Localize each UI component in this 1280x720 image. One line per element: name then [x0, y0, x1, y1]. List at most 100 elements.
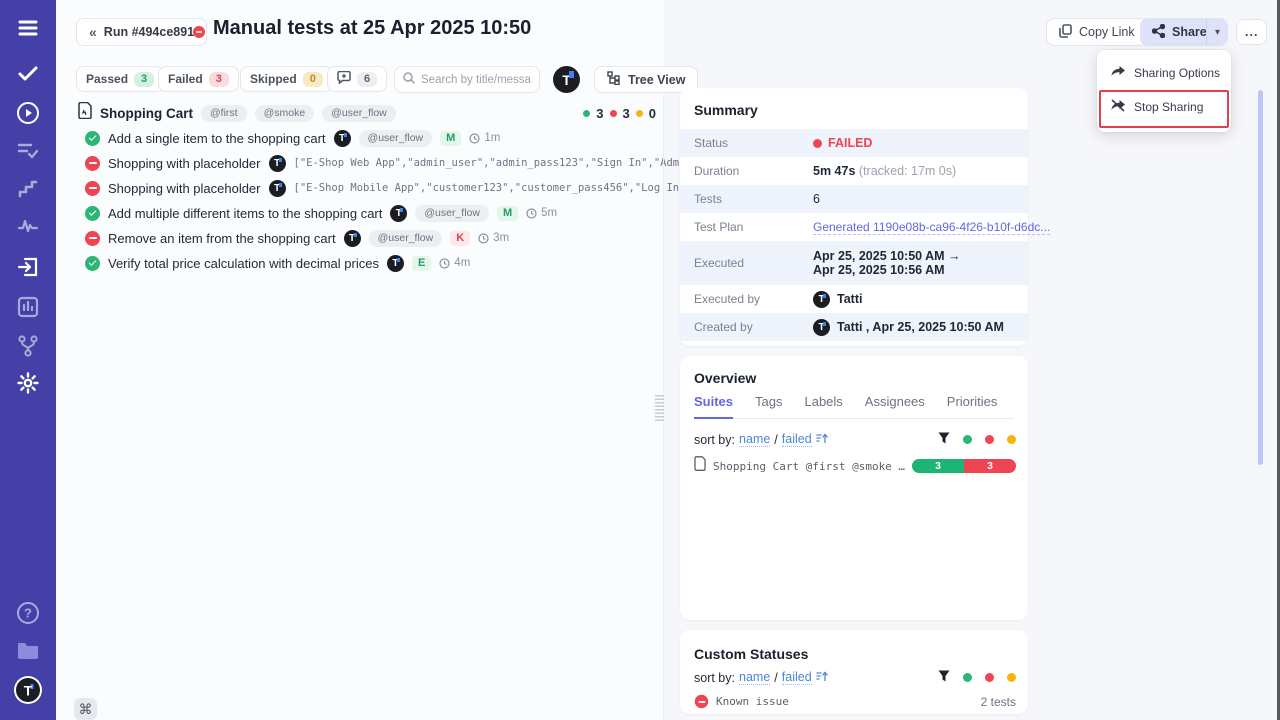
clock-icon	[469, 133, 480, 144]
failed-filter-button[interactable]: Failed 3	[158, 66, 239, 92]
tree-view-button[interactable]: Tree View	[594, 66, 698, 93]
menu-item-sharing-options[interactable]: Sharing Options	[1097, 56, 1231, 90]
test-data-code: ["E-Shop Web App","admin_user","admin_pa…	[294, 157, 699, 169]
test-tag[interactable]: @user_flow	[359, 130, 433, 147]
test-letter-badge[interactable]: M	[497, 206, 518, 221]
sort-by-failed-link[interactable]: failed	[782, 670, 812, 685]
passed-filter-button[interactable]: Passed 3	[76, 66, 164, 92]
tab-priorities[interactable]: Priorities	[947, 394, 998, 409]
share-dropdown-caret[interactable]: ▾	[1206, 18, 1228, 46]
more-options-button[interactable]: ...	[1236, 19, 1267, 45]
help-icon[interactable]: ?	[0, 601, 56, 625]
comments-filter-button[interactable]: 6	[327, 66, 387, 92]
caret-down-icon: ▾	[1215, 27, 1220, 38]
suite-status-bar[interactable]: 3 3	[912, 459, 1016, 473]
runs-icon[interactable]	[0, 101, 56, 125]
suite-file-icon	[78, 102, 92, 124]
failed-filter-label: Failed	[168, 72, 203, 86]
command-key-icon: ⌘	[79, 701, 93, 718]
passed-filter-dot[interactable]	[963, 435, 972, 444]
executed-by-avatar: T	[813, 291, 830, 308]
menu-item-label: Sharing Options	[1134, 66, 1220, 80]
test-plan-link[interactable]: Generated 1190e08b-ca96-4f26-b10f-d6dc..…	[813, 220, 1050, 235]
passed-filter-dot[interactable]	[963, 673, 972, 682]
tab-assignees[interactable]: Assignees	[865, 394, 925, 409]
test-tag[interactable]: @user_flow	[415, 205, 489, 222]
suite-skipped-count: 0	[649, 106, 656, 121]
summary-card: Summary Status FAILED Duration 5m 47s (t…	[680, 88, 1028, 346]
copy-link-button[interactable]: Copy Link	[1046, 18, 1148, 46]
test-letter-badge[interactable]: M	[440, 131, 461, 146]
steps-icon[interactable]	[0, 180, 56, 198]
skipped-filter-dot[interactable]	[1007, 673, 1016, 682]
command-key-badge[interactable]: ⌘	[74, 698, 97, 720]
stop-sharing-icon	[1111, 99, 1125, 115]
test-row[interactable]: Shopping with placeholder T ["E-Shop Mob…	[85, 177, 660, 199]
test-letter-badge[interactable]: K	[450, 231, 470, 246]
analytics-icon[interactable]	[0, 218, 56, 234]
custom-statuses-sort-row: sort by: name / failed	[694, 670, 1016, 685]
sort-by-name-link[interactable]: name	[739, 432, 770, 447]
passed-status-icon	[85, 256, 100, 271]
failed-filter-dot[interactable]	[985, 673, 994, 682]
branches-icon[interactable]	[0, 335, 56, 357]
overview-suite-row[interactable]: Shopping Cart @first @smoke … 3 3	[694, 456, 1016, 476]
failed-status-icon	[85, 231, 100, 246]
suite-header[interactable]: Shopping Cart @first @smoke @user_flow 3…	[78, 102, 656, 124]
tab-tags[interactable]: Tags	[755, 394, 782, 409]
tests-icon[interactable]	[0, 65, 56, 83]
back-button-label: Run #494ce891	[104, 25, 194, 39]
settings-gear-icon[interactable]	[0, 372, 56, 394]
custom-status-row[interactable]: Known issue 2 tests	[694, 694, 1016, 709]
skipped-filter-dot[interactable]	[1007, 435, 1016, 444]
account-avatar[interactable]: T	[0, 676, 56, 704]
suite-tag[interactable]: @smoke	[255, 105, 315, 122]
panel-resize-handle[interactable]	[655, 395, 664, 421]
sort-direction-icon[interactable]	[816, 433, 828, 447]
sort-direction-icon[interactable]	[816, 671, 828, 685]
skipped-dot	[636, 110, 643, 117]
passed-count-badge: 3	[134, 72, 154, 87]
test-title: Add multiple different items to the shop…	[108, 206, 382, 221]
test-duration: 5m	[526, 207, 557, 219]
failed-filter-dot[interactable]	[985, 435, 994, 444]
test-title: Add a single item to the shopping cart	[108, 131, 326, 146]
summary-row-executed: Executed Apr 25, 2025 10:50 AM →Apr 25, …	[680, 241, 1028, 285]
projects-folder-icon[interactable]	[0, 640, 56, 660]
ellipsis-icon: ...	[1245, 25, 1258, 39]
search-input[interactable]	[421, 74, 531, 86]
filter-funnel-icon[interactable]	[938, 432, 950, 447]
filter-funnel-icon[interactable]	[938, 670, 950, 685]
menu-item-stop-sharing[interactable]: Stop Sharing	[1097, 90, 1231, 124]
assignee-filter-avatar[interactable]: T	[553, 66, 580, 93]
test-plans-icon[interactable]	[0, 142, 56, 160]
share-icon	[1152, 24, 1165, 41]
back-to-run-button[interactable]: « Run #494ce891	[76, 18, 207, 46]
test-tag[interactable]: @user_flow	[369, 230, 443, 247]
tab-suites[interactable]: Suites	[694, 394, 733, 409]
overview-suite-label: Shopping Cart @first @smoke …	[713, 460, 905, 473]
sort-by-name-link[interactable]: name	[739, 670, 770, 685]
vertical-scrollbar-thumb[interactable]	[1258, 90, 1263, 465]
test-row[interactable]: Shopping with placeholder T ["E-Shop Web…	[85, 152, 660, 174]
suite-tag[interactable]: @first	[201, 105, 247, 122]
test-row[interactable]: Add a single item to the shopping cart T…	[85, 127, 660, 149]
summary-row-created-by: Created by T Tatti , Apr 25, 2025 10:50 …	[680, 313, 1028, 341]
menu-icon[interactable]	[0, 18, 56, 38]
search-box	[394, 66, 540, 93]
skipped-filter-button[interactable]: Skipped 0	[240, 66, 333, 92]
tab-labels[interactable]: Labels	[804, 394, 842, 409]
test-letter-badge[interactable]: E	[412, 256, 431, 271]
failed-dot	[610, 110, 617, 117]
bar-failed-segment: 3	[964, 459, 1016, 473]
created-by-avatar: T	[813, 319, 830, 336]
reports-icon[interactable]	[0, 296, 56, 318]
test-row[interactable]: Remove an item from the shopping cart T …	[85, 227, 660, 249]
test-duration: 1m	[469, 132, 500, 144]
test-row[interactable]: Verify total price calculation with deci…	[85, 252, 660, 274]
suite-tag[interactable]: @user_flow	[322, 105, 396, 122]
import-icon[interactable]	[0, 256, 56, 278]
test-row[interactable]: Add multiple different items to the shop…	[85, 202, 660, 224]
sort-by-failed-link[interactable]: failed	[782, 432, 812, 447]
suite-name: Shopping Cart	[100, 106, 193, 121]
